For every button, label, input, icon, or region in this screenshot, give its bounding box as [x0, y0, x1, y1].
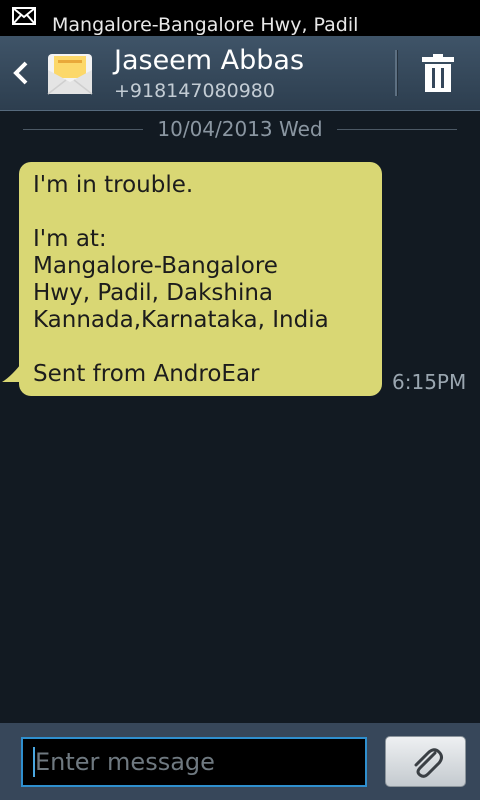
notification-ticker: Mangalore-Bangalore Hwy, Padil — [52, 14, 359, 36]
message-line: Mangalore-Bangalore — [33, 253, 278, 279]
message-time: 6:15PM — [392, 370, 467, 394]
date-separator: 10/04/2013 Wed — [0, 117, 480, 141]
message-line: Sent from AndroEar — [33, 361, 260, 387]
message-line: I'm at: — [33, 226, 107, 252]
paperclip-icon — [414, 748, 443, 778]
message-line: Kannada,Karnataka, India — [33, 307, 329, 333]
message-line — [33, 199, 368, 226]
message-bubble[interactable]: I'm in trouble. I'm at: Mangalore-Bangal… — [19, 162, 382, 396]
attach-button[interactable] — [385, 736, 466, 787]
status-bar: Mangalore-Bangalore Hwy, Padil — [0, 0, 480, 36]
message-line: Hwy, Padil, Dakshina — [33, 280, 274, 306]
trash-icon[interactable] — [418, 54, 458, 94]
conversation-header: Jaseem Abbas +918147080980 — [0, 36, 480, 111]
envelope-icon — [12, 7, 36, 25]
message-line: I'm in trouble. — [33, 172, 194, 198]
composer-bar — [0, 723, 480, 800]
message-line — [33, 334, 368, 361]
message-input[interactable] — [21, 737, 367, 787]
date-separator-text: 10/04/2013 Wed — [147, 117, 333, 141]
header-divider — [395, 50, 398, 96]
contact-number[interactable]: +918147080980 — [114, 80, 275, 102]
chevron-left-icon[interactable] — [8, 58, 32, 88]
envelope-avatar-icon[interactable] — [46, 48, 94, 98]
contact-name[interactable]: Jaseem Abbas — [114, 45, 304, 76]
text-cursor — [33, 747, 35, 777]
